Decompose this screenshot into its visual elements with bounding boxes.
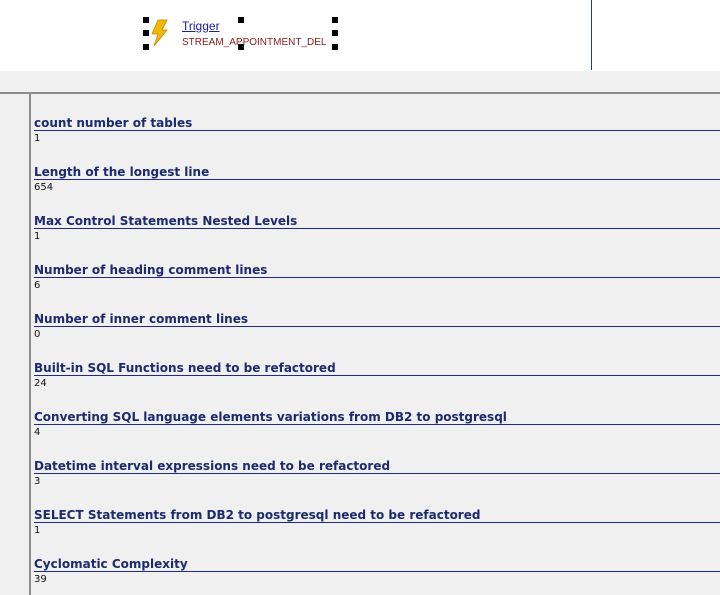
node-name-label: STREAM_APPOINTMENT_DEL (182, 37, 327, 48)
metric-value: 4 (34, 427, 41, 438)
metric-divider (34, 375, 720, 376)
metric-label: Max Control Statements Nested Levels (34, 214, 298, 228)
metric-value: 1 (34, 525, 41, 536)
metric-divider (34, 277, 720, 278)
metric-value: 1 (34, 231, 41, 242)
metric-divider (34, 571, 720, 572)
selection-handle-bottom-right[interactable] (332, 44, 338, 50)
metric-item: SELECT Statements from DB2 to postgresql… (34, 508, 720, 557)
metric-label: Number of heading comment lines (34, 263, 268, 277)
metric-divider (34, 424, 720, 425)
metric-item: Converting SQL language elements variati… (34, 410, 720, 459)
selection-handle-top-left[interactable] (143, 17, 149, 23)
metric-value: 0 (34, 329, 41, 340)
metric-label: Cyclomatic Complexity (34, 557, 188, 571)
metric-item: Number of inner comment lines 0 (34, 312, 720, 361)
metric-value: 1 (34, 133, 41, 144)
metric-label: Converting SQL language elements variati… (34, 410, 507, 424)
metric-item: count number of tables 1 (34, 116, 720, 165)
canvas-divider (591, 0, 592, 70)
selection-handle-top-middle[interactable] (238, 17, 244, 23)
metric-item: Max Control Statements Nested Levels 1 (34, 214, 720, 263)
metric-item: Datetime interval expressions need to be… (34, 459, 720, 508)
metrics-panel[interactable]: 92 count number of tables 1 Length of th… (0, 71, 720, 595)
metric-label: Number of inner comment lines (34, 312, 249, 326)
selection-handle-top-right[interactable] (332, 17, 338, 23)
metric-divider (34, 130, 720, 131)
metric-item: Length of the longest line 654 (34, 165, 720, 214)
panel-left-border (29, 92, 31, 595)
metric-label: Length of the longest line (34, 165, 210, 179)
metric-divider (34, 473, 720, 474)
node-type-link[interactable]: Trigger (182, 19, 220, 33)
metric-item: Built-in SQL Functions need to be refact… (34, 361, 720, 410)
metric-divider (34, 326, 720, 327)
metric-label: Built-in SQL Functions need to be refact… (34, 361, 336, 375)
metric-value: 654 (34, 182, 54, 193)
metric-value: 6 (34, 280, 41, 291)
metric-value: 24 (34, 378, 47, 389)
metric-label: count number of tables (34, 116, 193, 130)
metric-value: 3 (34, 476, 41, 487)
metric-divider (34, 522, 720, 523)
metric-divider (34, 228, 720, 229)
selection-handle-bottom-left[interactable] (143, 44, 149, 50)
app-window: Trigger STREAM_APPOINTMENT_DEL 92 count … (0, 0, 720, 595)
metrics-list: count number of tables 1 Length of the l… (34, 71, 720, 595)
metric-item: Number of heading comment lines 6 (34, 263, 720, 312)
selection-handle-middle-left[interactable] (143, 30, 149, 36)
diagram-canvas[interactable]: Trigger STREAM_APPOINTMENT_DEL (0, 0, 720, 71)
trigger-node[interactable]: Trigger STREAM_APPOINTMENT_DEL (143, 17, 338, 50)
metric-label: SELECT Statements from DB2 to postgresql… (34, 508, 481, 522)
metric-item: Cyclomatic Complexity 39 (34, 557, 720, 595)
metric-divider (34, 179, 720, 180)
selection-handle-middle-right[interactable] (332, 30, 338, 36)
metric-value: 39 (34, 574, 47, 585)
lightning-bolt-icon (151, 19, 168, 47)
metric-label: Datetime interval expressions need to be… (34, 459, 391, 473)
